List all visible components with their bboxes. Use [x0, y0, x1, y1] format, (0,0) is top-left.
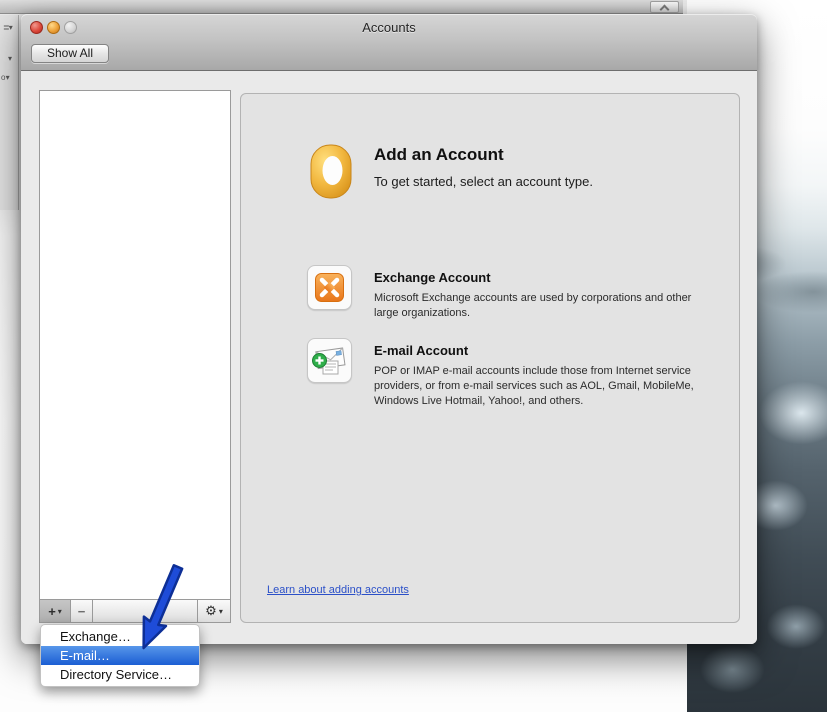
- action-bar-spacer: [93, 600, 197, 622]
- learn-about-accounts-link[interactable]: Learn about adding accounts: [267, 584, 409, 596]
- email-account-title: E-mail Account: [374, 343, 704, 358]
- scroll-up-button[interactable]: [650, 1, 679, 13]
- window-title: Accounts: [21, 20, 757, 35]
- exchange-account-title: Exchange Account: [374, 270, 704, 285]
- remove-account-button[interactable]: −: [71, 600, 93, 622]
- exchange-icon: [308, 266, 351, 309]
- window-content: + ▾ − ⚙ ▾: [21, 71, 757, 644]
- panel-subtitle: To get started, select an account type.: [374, 174, 593, 189]
- exchange-account-description: Microsoft Exchange accounts are used by …: [374, 291, 704, 321]
- add-account-button[interactable]: + ▾: [40, 600, 71, 622]
- email-account-text[interactable]: E-mail Account POP or IMAP e-mail accoun…: [374, 343, 704, 409]
- exchange-account-option[interactable]: [307, 265, 352, 310]
- background-fragment: o ▾: [1, 73, 9, 82]
- exchange-account-text[interactable]: Exchange Account Microsoft Exchange acco…: [374, 270, 704, 321]
- add-account-panel: Add an Account To get started, select an…: [240, 93, 740, 623]
- titlebar[interactable]: Accounts Show All: [21, 14, 757, 71]
- background-left-panel: ≣▾ ▾ o ▾: [0, 15, 19, 210]
- menu-item-exchange[interactable]: Exchange…: [41, 627, 199, 646]
- background-window-toolbar: [0, 0, 683, 14]
- accounts-sidebar: + ▾ − ⚙ ▾: [39, 90, 231, 623]
- gear-icon: ⚙: [205, 603, 217, 619]
- outlook-logo-icon: [310, 144, 352, 205]
- background-fragment: ≣▾: [3, 23, 12, 32]
- email-account-option[interactable]: [307, 338, 352, 383]
- chevron-down-icon: ▾: [219, 607, 223, 616]
- add-account-menu: Exchange… E-mail… Directory Service…: [40, 624, 200, 687]
- plus-icon: +: [48, 604, 56, 619]
- email-account-description: POP or IMAP e-mail accounts include thos…: [374, 364, 704, 409]
- chevron-down-icon: ▾: [58, 607, 62, 616]
- email-icon: [308, 339, 351, 382]
- accounts-window: Accounts Show All + ▾ − ⚙ ▾: [21, 14, 757, 644]
- minus-icon: −: [78, 604, 86, 619]
- show-all-button[interactable]: Show All: [31, 44, 109, 63]
- background-fragment: ▾: [8, 54, 11, 63]
- menu-item-directory-service[interactable]: Directory Service…: [41, 665, 199, 684]
- chevron-up-icon: [660, 5, 670, 15]
- panel-header: Add an Account To get started, select an…: [374, 145, 593, 189]
- panel-title: Add an Account: [374, 145, 593, 165]
- menu-item-email[interactable]: E-mail…: [41, 646, 199, 665]
- account-list[interactable]: [40, 91, 230, 599]
- sidebar-action-bar: + ▾ − ⚙ ▾: [40, 599, 230, 622]
- account-actions-menu-button[interactable]: ⚙ ▾: [197, 600, 230, 622]
